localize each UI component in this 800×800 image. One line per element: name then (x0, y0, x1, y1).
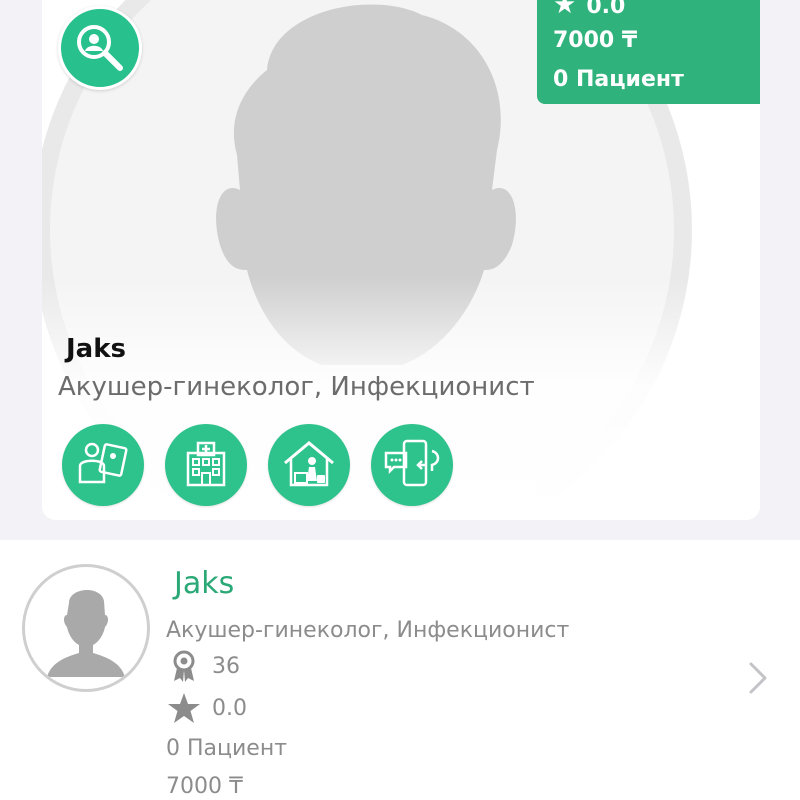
star-icon: ★ (553, 0, 577, 20)
avatar (22, 564, 150, 692)
service-home-visit[interactable] (268, 424, 350, 506)
list-doctor-name: Jaks (174, 566, 235, 601)
list-patients-count: 0 Пациент (166, 736, 288, 761)
service-online-chat[interactable] (371, 424, 453, 506)
star-icon (166, 690, 202, 726)
doctor-specialty: Акушер-гинеколог, Инфекционист (58, 372, 535, 402)
doctor-profile-card: ★ 0.0 7000 ₸ 0 Пациент Jaks Акушер-гинеко… (42, 0, 760, 520)
hospital-icon (186, 441, 226, 487)
award-icon (166, 648, 202, 684)
doctor-consultation-icon (78, 442, 128, 484)
doctor-stats-panel: ★ 0.0 7000 ₸ 0 Пациент (537, 0, 760, 104)
rating-row: ★ 0.0 (553, 0, 625, 20)
list-rating-value: 0.0 (212, 695, 247, 721)
online-chat-icon (384, 439, 440, 487)
rating-row: 0.0 (166, 690, 247, 726)
patients-count: 0 Пациент (553, 67, 684, 92)
doctor-search-icon (77, 25, 123, 71)
chevron-right-icon[interactable] (746, 658, 770, 698)
list-doctor-specialty: Акушер-гинеколог, Инфекционист (166, 618, 570, 643)
experience-value: 36 (212, 653, 240, 679)
home-visit-icon (284, 441, 334, 487)
service-doctor-consultation[interactable] (62, 424, 144, 506)
doctor-list-item[interactable]: Jaks Акушер-гинеколог, Инфекционист 36 0… (0, 540, 800, 800)
doctor-search-button[interactable] (58, 6, 142, 90)
doctor-name: Jaks (66, 334, 126, 364)
doctor-profile-header: ★ 0.0 7000 ₸ 0 Пациент Jaks Акушер-гинеко… (0, 0, 800, 540)
service-icons (62, 424, 474, 506)
experience-row: 36 (166, 648, 240, 684)
person-silhouette-icon (47, 589, 125, 677)
service-hospital[interactable] (165, 424, 247, 506)
price-value: 7000 ₸ (553, 28, 638, 53)
list-price-value: 7000 ₸ (166, 774, 243, 799)
rating-value: 0.0 (586, 0, 626, 19)
